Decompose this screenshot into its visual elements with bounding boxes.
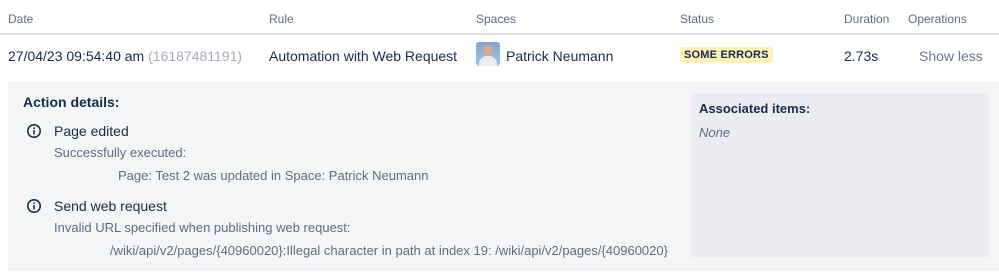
row-execution-id: (16187481191) bbox=[148, 48, 243, 64]
action-message: /wiki/api/v2/pages/{40960020}:Illegal ch… bbox=[110, 243, 668, 258]
column-header-duration[interactable]: Duration bbox=[844, 12, 889, 26]
column-header-status[interactable]: Status bbox=[680, 12, 714, 26]
action-message: Page: Test 2 was updated in Space: Patri… bbox=[118, 168, 429, 183]
info-icon bbox=[27, 124, 41, 138]
column-header-rule[interactable]: Rule bbox=[269, 12, 294, 26]
row-space-name[interactable]: Patrick Neumann bbox=[506, 48, 613, 64]
audit-log-table: Date Rule Spaces Status Duration Operati… bbox=[0, 0, 999, 277]
action-details-title: Action details: bbox=[23, 94, 120, 110]
action-title: Send web request bbox=[54, 198, 167, 214]
column-header-date[interactable]: Date bbox=[8, 12, 33, 26]
column-header-operations: Operations bbox=[908, 12, 967, 26]
action-title: Page edited bbox=[54, 123, 129, 139]
associated-items-panel: Associated items: None bbox=[691, 93, 989, 257]
info-icon bbox=[27, 199, 41, 213]
table-header: Date Rule Spaces Status Duration Operati… bbox=[0, 0, 999, 35]
associated-items-value: None bbox=[699, 125, 731, 140]
associated-items-title: Associated items: bbox=[699, 101, 811, 116]
action-status: Invalid URL specified when publishing we… bbox=[54, 220, 351, 235]
row-date-value: 27/04/23 09:54:40 am bbox=[8, 48, 145, 64]
table-row[interactable]: 27/04/23 09:54:40 am (16187481191) Autom… bbox=[0, 35, 999, 77]
avatar bbox=[476, 42, 500, 66]
status-badge: SOME ERRORS bbox=[680, 47, 773, 63]
column-header-spaces[interactable]: Spaces bbox=[476, 12, 516, 26]
row-rule-name: Automation with Web Request bbox=[269, 48, 458, 64]
row-duration: 2.73s bbox=[844, 48, 879, 64]
row-date: 27/04/23 09:54:40 am (16187481191) bbox=[8, 48, 242, 64]
action-status: Successfully executed: bbox=[54, 145, 187, 160]
show-less-link[interactable]: Show less bbox=[919, 48, 983, 64]
